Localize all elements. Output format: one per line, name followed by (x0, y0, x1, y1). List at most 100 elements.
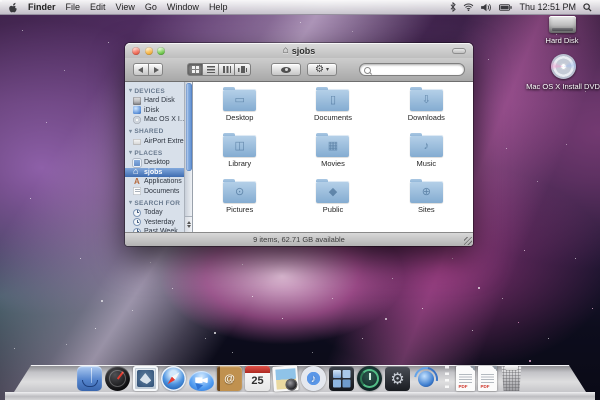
sidebar-section-places[interactable]: ▾PLACES (125, 149, 192, 159)
sidebar-item-yesterday[interactable]: Yesterday (125, 218, 192, 228)
toolbar-toggle-pill[interactable] (452, 48, 466, 54)
dock-finder[interactable] (77, 366, 102, 391)
menu-window[interactable]: Window (167, 2, 199, 12)
sidebar-section-devices[interactable]: ▾DEVICES (125, 87, 192, 97)
sidebar-item-documents[interactable]: Documents (125, 187, 192, 197)
icon-view-icon (192, 66, 199, 73)
dock-trash[interactable] (500, 366, 523, 391)
sidebar-section-shared[interactable]: ▾SHARED (125, 127, 192, 137)
dock-spaces[interactable] (329, 366, 354, 391)
sidebar-item-idisk[interactable]: iDisk (125, 106, 192, 116)
disclosure-triangle-icon: ▾ (129, 129, 132, 135)
close-button[interactable] (132, 47, 140, 55)
ical-glyph: 25 (245, 371, 270, 391)
view-button-column-view[interactable] (219, 63, 235, 76)
sidebar-item-label: Yesterday (144, 219, 175, 226)
zoom-button[interactable] (157, 47, 165, 55)
dock-pdf-document[interactable]: PDF (456, 366, 475, 391)
apple-menu[interactable] (8, 2, 17, 13)
dock-ical[interactable]: 25 (245, 366, 270, 391)
folder-downloads[interactable]: ⇩Downloads (384, 89, 468, 135)
dock-front-row[interactable] (413, 366, 438, 391)
dock-iphoto[interactable] (273, 366, 298, 391)
folder-glyph-icon: ▯ (316, 89, 349, 111)
sidebar-scrollbar[interactable] (184, 82, 192, 232)
pdf-document-glyph: PDF (456, 366, 475, 391)
dock-ichat[interactable] (189, 371, 214, 391)
sidebar-item-mac-os-x-i-[interactable]: Mac OS X I… (125, 115, 192, 125)
folder-icon: ▯ (316, 89, 349, 111)
sidebar-item-hard-disk[interactable]: Hard Disk (125, 96, 192, 106)
disclosure-triangle-icon: ▾ (129, 88, 132, 94)
scrollbar-thumb[interactable] (186, 83, 192, 171)
sidebar-item-label: Mac OS X I… (144, 116, 187, 123)
system-preferences-icon: ⚙ (385, 366, 410, 391)
menu-status-icons (450, 2, 512, 12)
dock-divider[interactable] (441, 366, 453, 391)
apple-logo-icon (8, 2, 17, 13)
sidebar-item-sjobs[interactable]: sjobs (125, 168, 192, 178)
dock-pdf-document-2[interactable]: PDF (478, 366, 497, 391)
search-field[interactable] (359, 63, 465, 76)
minimize-button[interactable] (145, 47, 153, 55)
quick-look-button[interactable] (271, 63, 301, 76)
window-titlebar[interactable]: ⌂ sjobs (125, 43, 473, 58)
desktop-background[interactable]: Finder File Edit View Go Window Help Thu 12:51… (0, 0, 600, 400)
folder-documents[interactable]: ▯Documents (291, 89, 375, 135)
dock-dashboard[interactable] (105, 366, 130, 391)
menu-help[interactable]: Help (209, 2, 228, 12)
scrollbar-arrows[interactable] (185, 216, 192, 232)
trash-icon (500, 366, 523, 391)
view-button-icon-view[interactable] (187, 63, 203, 76)
resize-grip[interactable] (464, 237, 472, 245)
itunes-icon: ♪ (301, 366, 326, 391)
view-button-coverflow-view[interactable] (235, 63, 251, 76)
disc-icon (133, 116, 141, 124)
chevron-down-icon: ▾ (326, 66, 329, 73)
battery-icon[interactable] (499, 4, 512, 11)
folder-music[interactable]: ♪Music (384, 135, 468, 181)
address-book-icon: @ (217, 366, 242, 391)
menu-view[interactable]: View (116, 2, 135, 12)
folder-pictures[interactable]: ⊙Pictures (198, 181, 282, 227)
folder-sites[interactable]: ⊕Sites (384, 181, 468, 227)
folder-label: Music (417, 159, 437, 168)
wifi-icon[interactable] (463, 3, 474, 11)
action-menu-button[interactable]: ⚙ ▾ (307, 63, 337, 76)
menu-file[interactable]: File (66, 2, 81, 12)
dock-mail[interactable] (133, 366, 158, 391)
bluetooth-icon[interactable] (450, 2, 456, 12)
folder-library[interactable]: ◫Library (198, 135, 282, 181)
view-button-list-view[interactable] (203, 63, 219, 76)
gear-icon: ⚙ (315, 65, 324, 75)
dock-itunes[interactable]: ♪ (301, 366, 326, 391)
menu-edit[interactable]: Edit (90, 2, 106, 12)
sidebar-section-search-for[interactable]: ▾SEARCH FOR (125, 199, 192, 209)
search-input[interactable] (375, 65, 455, 75)
spotlight-search-icon[interactable] (583, 3, 592, 12)
dock-safari[interactable] (161, 366, 186, 391)
sidebar-item-airport-extreme[interactable]: AirPort Extreme (125, 137, 192, 147)
back-button[interactable] (133, 63, 148, 76)
volume-icon[interactable] (481, 3, 492, 12)
desktop-icon-install-dvd[interactable]: Mac OS X Install DVD (521, 54, 600, 91)
scroll-down-icon[interactable] (187, 225, 191, 230)
dock-time-machine[interactable] (357, 366, 382, 391)
iphoto-icon (272, 365, 299, 392)
folder-public[interactable]: ◆Public (291, 181, 375, 227)
desktop-icon-hard-disk[interactable]: Hard Disk (520, 16, 600, 45)
ichat-icon (189, 371, 214, 391)
folder-movies[interactable]: ▦Movies (291, 135, 375, 181)
dock-system-preferences[interactable]: ⚙ (385, 366, 410, 391)
forward-button[interactable] (148, 63, 163, 76)
folder-desktop[interactable]: ▭Desktop (198, 89, 282, 135)
menu-clock[interactable]: Thu 12:51 PM (519, 2, 576, 12)
menu-finder[interactable]: Finder (28, 2, 56, 12)
sidebar-item-today[interactable]: Today (125, 208, 192, 218)
sidebar-item-applications[interactable]: Applications (125, 177, 192, 187)
window-statusbar: 9 items, 62.71 GB available (125, 232, 473, 246)
dock-address-book[interactable]: @ (217, 366, 242, 391)
sidebar-item-label: Documents (144, 188, 179, 195)
scroll-up-icon[interactable] (187, 219, 191, 224)
menu-go[interactable]: Go (145, 2, 157, 12)
